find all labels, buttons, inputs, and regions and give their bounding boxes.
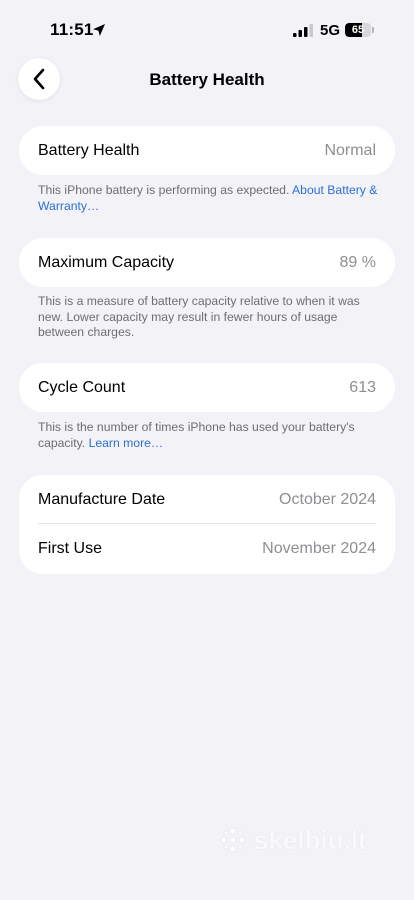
battery-health-value: Normal: [324, 141, 376, 159]
battery-health-note-text: This iPhone battery is performing as exp…: [38, 183, 290, 197]
status-time: 11:51: [50, 20, 94, 39]
watermark: skelbiu.lt: [218, 822, 388, 858]
manufacture-date-row: Manufacture Date October 2024: [19, 475, 395, 524]
maximum-capacity-note: This is a measure of battery capacity re…: [38, 294, 360, 339]
battery-health-note: This iPhone battery is performing as exp…: [38, 183, 378, 214]
dates-card: Manufacture Date October 2024 First Use …: [19, 475, 395, 574]
maximum-capacity-label: Maximum Capacity: [38, 253, 175, 271]
first-use-label: First Use: [38, 540, 102, 557]
watermark-text: skelbiu.lt: [254, 824, 367, 855]
battery-level: 65: [351, 24, 365, 36]
battery-icon: 65: [345, 23, 375, 37]
battery-health-label: Battery Health: [38, 141, 140, 159]
maximum-capacity-card: Maximum Capacity 89 %: [19, 238, 395, 287]
cycle-count-card: Cycle Count 613: [19, 363, 395, 412]
first-use-row: First Use November 2024: [19, 524, 395, 574]
status-bar: 11:51 5G 65: [0, 0, 414, 60]
cycle-count-label: Cycle Count: [38, 378, 126, 396]
cycle-count-note: This is the number of times iPhone has u…: [38, 420, 378, 451]
cycle-count-row: Cycle Count 613: [19, 363, 395, 412]
battery-health-card: Battery Health Normal: [19, 126, 395, 175]
manufacture-date-value: October 2024: [279, 490, 376, 508]
location-arrow-icon: [93, 24, 105, 36]
first-use-value: November 2024: [262, 540, 376, 557]
cycle-count-note-text: This is the number of times iPhone has u…: [38, 420, 355, 450]
manufacture-date-label: Manufacture Date: [38, 490, 166, 508]
page-title: Battery Health: [149, 70, 265, 89]
learn-more-link[interactable]: Learn more…: [89, 436, 164, 450]
battery-health-row[interactable]: Battery Health Normal: [19, 126, 395, 175]
maximum-capacity-value: 89 %: [339, 253, 376, 271]
network-type: 5G: [320, 22, 341, 39]
maximum-capacity-row: Maximum Capacity 89 %: [19, 238, 395, 287]
cellular-signal-icon: [293, 24, 313, 37]
watermark-logo-icon: [220, 827, 246, 853]
cycle-count-value: 613: [349, 378, 376, 396]
